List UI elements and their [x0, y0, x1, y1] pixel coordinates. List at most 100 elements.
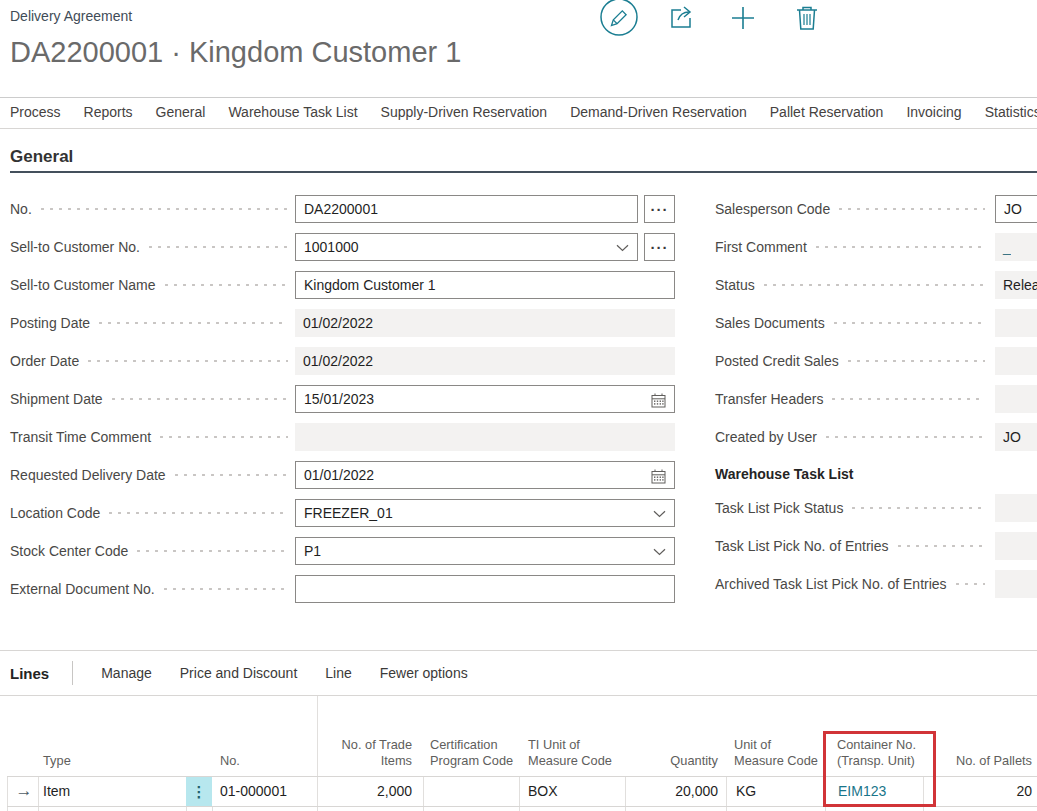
- dotted-leader: [956, 582, 985, 586]
- field-label: Status: [715, 277, 755, 293]
- row-menu-button[interactable]: ⋮: [186, 777, 212, 806]
- field-first-comment: First Comment _: [0, 233, 1037, 261]
- dotted-leader: [848, 359, 985, 363]
- field-task-list-pick-status: Task List Pick Status: [0, 494, 1037, 522]
- lines-menu-manage[interactable]: Manage: [101, 665, 152, 681]
- tab-statistics[interactable]: Statistics: [985, 104, 1037, 120]
- dotted-leader: [852, 506, 985, 510]
- cell-border: [212, 807, 213, 811]
- field-value: _: [995, 239, 1011, 255]
- column-header-text: No. of Pallets: [927, 753, 1032, 769]
- tab-demand-driven-reservation[interactable]: Demand-Driven Reservation: [570, 104, 747, 120]
- field-readonly: JO: [995, 423, 1037, 451]
- field-label: Transfer Headers: [715, 391, 823, 407]
- page-caption: Delivery Agreement: [10, 8, 132, 24]
- divider: [0, 650, 1037, 651]
- cell-border: [186, 807, 187, 811]
- trash-icon: [793, 4, 821, 36]
- column-header-type[interactable]: Type: [38, 696, 186, 776]
- edit-button[interactable]: [599, 0, 639, 40]
- column-header-certification-program-code[interactable]: Certification Program Code: [423, 696, 519, 776]
- tab-reports[interactable]: Reports: [84, 104, 133, 120]
- delete-button[interactable]: [787, 0, 827, 40]
- dotted-leader: [764, 283, 985, 287]
- column-header-unit-of-measure-code[interactable]: Unit of Measure Code: [726, 696, 825, 776]
- field-label: Task List Pick Status: [715, 500, 843, 516]
- tab-invoicing[interactable]: Invoicing: [906, 104, 961, 120]
- cell-border: [923, 807, 924, 811]
- field-archived-task-list-pick-no-of-entries: Archived Task List Pick No. of Entries: [0, 570, 1037, 598]
- column-header-text: No. of Trade Items: [321, 737, 412, 769]
- field-label: Archived Task List Pick No. of Entries: [715, 576, 947, 592]
- lines-toolbar: Lines Manage Price and Discount Line Fewer …: [10, 660, 468, 686]
- tab-supply-driven-reservation[interactable]: Supply-Driven Reservation: [381, 104, 548, 120]
- tab-general[interactable]: General: [156, 104, 206, 120]
- column-header-text: Unit of Measure Code: [734, 737, 821, 769]
- dotted-leader: [898, 544, 985, 548]
- general-section-underline: [10, 171, 1037, 173]
- cell-border: [317, 807, 318, 811]
- lines-menu-fewer-options[interactable]: Fewer options: [380, 665, 468, 681]
- lines-menu-price-and-discount[interactable]: Price and Discount: [180, 665, 298, 681]
- plus-icon: [729, 4, 757, 36]
- field-readonly: [995, 494, 1037, 522]
- column-divider: [317, 696, 318, 776]
- dotted-leader: [839, 207, 985, 211]
- general-section-heading[interactable]: General: [10, 147, 73, 167]
- cell-ti-unit-of-measure-code[interactable]: BOX: [519, 777, 625, 806]
- cell-border: [825, 807, 826, 811]
- cell-certification-program-code[interactable]: [423, 777, 519, 806]
- column-header-ti-unit-of-measure-code[interactable]: TI Unit of Measure Code: [519, 696, 625, 776]
- lines-menu-line[interactable]: Line: [325, 665, 351, 681]
- ribbon-tabs: Process Reports General Warehouse Task List…: [10, 104, 1037, 120]
- field-salesperson-code: Salesperson CodeJO: [0, 195, 1037, 223]
- column-header-quantity[interactable]: Quantity: [625, 696, 726, 776]
- field-value: Relea: [995, 277, 1037, 293]
- field-value: JO: [996, 201, 1022, 217]
- cell-border: [625, 807, 626, 811]
- cell-no-of-trade-items[interactable]: 2,000: [317, 777, 423, 806]
- column-header-no-of-trade-items[interactable]: No. of Trade Items: [317, 696, 423, 776]
- field-readonly: Relea: [995, 271, 1037, 299]
- cell-no[interactable]: 01-000001: [212, 777, 317, 806]
- cell-type[interactable]: Item: [38, 777, 186, 806]
- dotted-leader: [832, 397, 985, 401]
- field-readonly: [995, 347, 1037, 375]
- tab-process[interactable]: Process: [10, 104, 61, 120]
- field-label: Posted Credit Sales: [715, 353, 839, 369]
- divider: [0, 128, 1037, 129]
- column-header-text: No.: [220, 753, 313, 769]
- field-readonly: [995, 532, 1037, 560]
- field-value: JO: [995, 429, 1021, 445]
- warehouse-task-list-subheading: Warehouse Task List: [715, 466, 853, 482]
- field-label: Created by User: [715, 429, 817, 445]
- lines-separator: [72, 661, 73, 685]
- column-header-no[interactable]: No.: [212, 696, 317, 776]
- field-label: Requested Delivery Date: [10, 467, 166, 483]
- field-label: First Comment: [715, 239, 807, 255]
- cell-border: [519, 807, 520, 811]
- field-readonly: [995, 309, 1037, 337]
- tab-warehouse-task-list[interactable]: Warehouse Task List: [228, 104, 357, 120]
- column-header-text: Type: [43, 753, 182, 769]
- cell-unit-of-measure-code[interactable]: KG: [726, 777, 825, 806]
- add-button[interactable]: [723, 0, 763, 40]
- field-readonly: [995, 385, 1037, 413]
- field-input[interactable]: 01/01/2022: [295, 461, 675, 489]
- cell-border: [726, 807, 727, 811]
- field-link[interactable]: _: [995, 233, 1037, 261]
- cell-no-of-pallets[interactable]: 20: [923, 777, 1037, 806]
- field-posted-credit-sales: Posted Credit Sales: [0, 347, 1037, 375]
- calendar-icon: [651, 462, 666, 490]
- divider: [0, 97, 1037, 98]
- share-button[interactable]: [661, 0, 701, 40]
- field-input[interactable]: JO: [995, 195, 1037, 223]
- highlight-box: [823, 731, 936, 807]
- field-transfer-headers: Transfer Headers: [0, 385, 1037, 413]
- lines-title[interactable]: Lines: [10, 665, 49, 682]
- cell-border: [7, 777, 8, 806]
- column-header-no-of-pallets[interactable]: No. of Pallets: [923, 696, 1037, 776]
- cell-quantity[interactable]: 20,000: [625, 777, 726, 806]
- pencil-circle-icon: [599, 0, 639, 42]
- tab-pallet-reservation[interactable]: Pallet Reservation: [770, 104, 884, 120]
